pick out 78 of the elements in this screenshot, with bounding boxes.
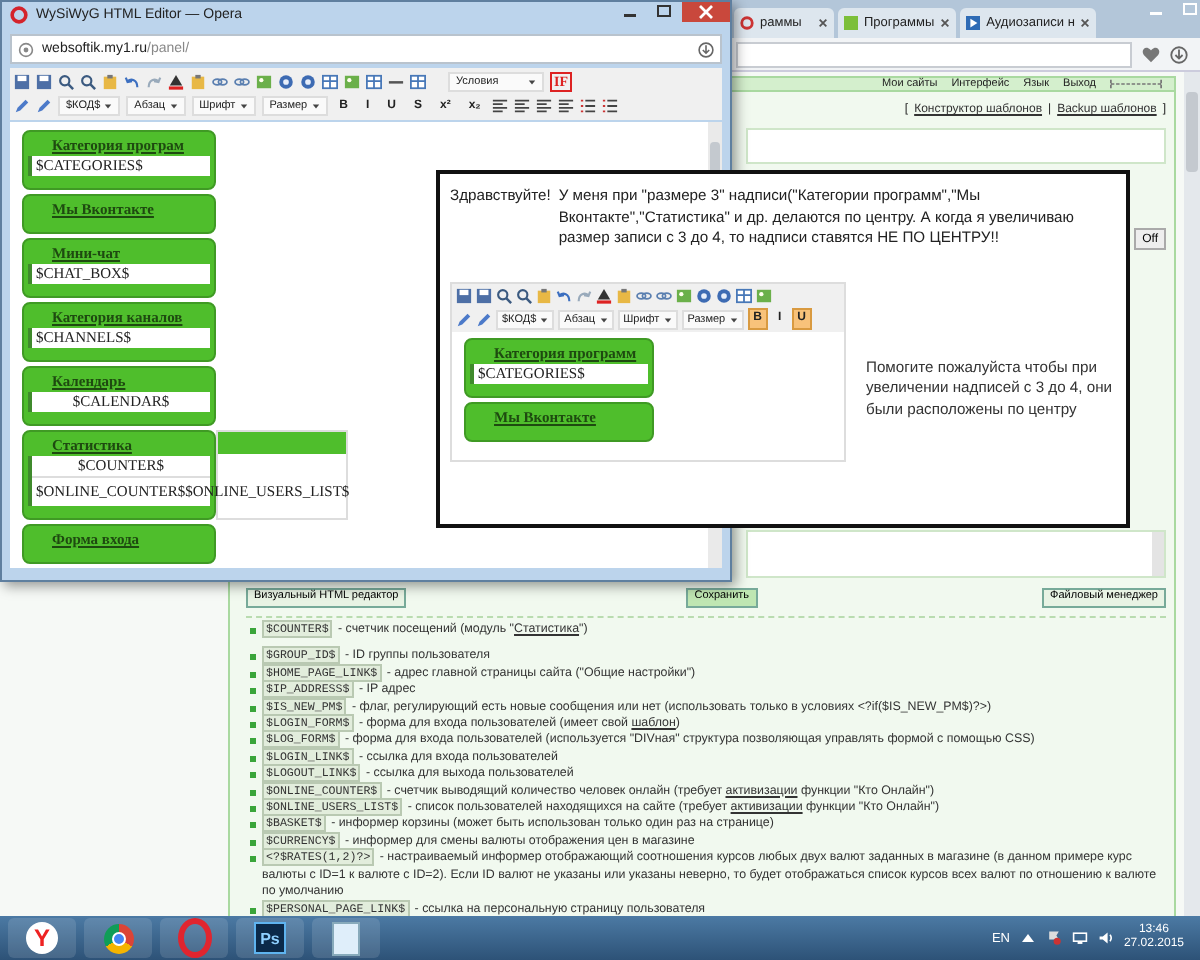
bullet-icon bbox=[250, 705, 256, 712]
caret-icon bbox=[528, 78, 536, 86]
photoshop-icon[interactable]: Ps bbox=[236, 918, 304, 958]
notepad-icon[interactable] bbox=[312, 918, 380, 958]
clipboard-icon[interactable] bbox=[536, 287, 552, 303]
bullet-icon bbox=[250, 654, 256, 661]
clipboard-icon[interactable] bbox=[616, 287, 632, 303]
download-icon[interactable] bbox=[1170, 45, 1188, 63]
bullet-icon bbox=[250, 628, 256, 634]
square-icon bbox=[844, 16, 858, 30]
bullet-icon bbox=[250, 907, 256, 913]
list-icon[interactable] bbox=[580, 98, 597, 114]
align-icon[interactable] bbox=[536, 98, 553, 114]
bullet-icon bbox=[250, 856, 256, 863]
table-icon[interactable] bbox=[366, 74, 382, 90]
bullet-icon bbox=[250, 822, 256, 829]
bullet-icon bbox=[250, 688, 256, 695]
search-icon[interactable] bbox=[496, 287, 512, 303]
heart-icon[interactable] bbox=[1142, 45, 1160, 63]
caret-icon bbox=[104, 102, 113, 110]
slider-icon[interactable] bbox=[1110, 78, 1162, 90]
circle-icon[interactable] bbox=[278, 74, 294, 90]
speaker-icon[interactable] bbox=[1097, 930, 1114, 946]
caret-icon[interactable] bbox=[1019, 930, 1036, 946]
bullet-icon bbox=[250, 671, 256, 678]
caret-icon bbox=[540, 315, 549, 323]
circle-icon[interactable] bbox=[300, 74, 316, 90]
align-icon[interactable] bbox=[558, 98, 575, 114]
close-icon[interactable] bbox=[818, 18, 828, 28]
caret-icon bbox=[311, 102, 320, 110]
download-icon[interactable] bbox=[698, 41, 714, 57]
scrollbar[interactable] bbox=[1152, 532, 1164, 576]
monitor-icon[interactable] bbox=[1071, 930, 1088, 946]
address-field[interactable] bbox=[736, 41, 1132, 67]
caret-icon bbox=[663, 315, 672, 323]
search-icon[interactable] bbox=[516, 287, 532, 303]
bullet-icon bbox=[250, 772, 256, 779]
text-color-icon[interactable] bbox=[596, 287, 612, 303]
align-icon[interactable] bbox=[514, 98, 531, 114]
bullet-icon bbox=[250, 755, 256, 762]
close-icon[interactable] bbox=[1080, 18, 1091, 28]
image-icon[interactable] bbox=[344, 74, 360, 90]
text-color-icon[interactable] bbox=[168, 74, 184, 90]
clipboard-icon[interactable] bbox=[190, 74, 206, 90]
caret-icon bbox=[169, 102, 178, 110]
opera-icon bbox=[10, 6, 28, 24]
caret-icon bbox=[239, 102, 248, 110]
list-icon[interactable] bbox=[602, 98, 619, 114]
table-icon[interactable] bbox=[322, 74, 338, 90]
search-icon[interactable] bbox=[58, 74, 74, 90]
play-icon bbox=[966, 16, 981, 30]
scrollbar[interactable] bbox=[1184, 72, 1200, 916]
circle-icon[interactable] bbox=[696, 287, 712, 303]
close-icon[interactable] bbox=[940, 18, 951, 28]
caret-icon bbox=[729, 315, 738, 323]
circle-icon[interactable] bbox=[716, 287, 732, 303]
clipboard-icon[interactable] bbox=[102, 74, 118, 90]
undo-icon[interactable] bbox=[556, 287, 572, 303]
bullet-icon bbox=[250, 839, 256, 846]
flag-icon[interactable] bbox=[1045, 930, 1062, 946]
globe-icon bbox=[18, 41, 34, 57]
table-icon[interactable] bbox=[736, 287, 752, 303]
bullet-icon bbox=[250, 806, 256, 813]
image-icon[interactable] bbox=[256, 74, 272, 90]
search-icon[interactable] bbox=[80, 74, 96, 90]
close-icon[interactable] bbox=[682, 2, 730, 22]
caret-icon bbox=[599, 315, 608, 323]
chrome-icon[interactable] bbox=[84, 918, 152, 958]
undo-icon[interactable] bbox=[124, 74, 140, 90]
yandex-browser-icon[interactable]: Y bbox=[8, 918, 76, 958]
bullet-icon bbox=[250, 738, 256, 745]
ring-icon bbox=[740, 16, 754, 30]
image-icon[interactable] bbox=[756, 287, 772, 303]
align-icon[interactable] bbox=[492, 98, 509, 114]
bullet-icon bbox=[250, 789, 256, 796]
image-icon[interactable] bbox=[676, 287, 692, 303]
table-icon[interactable] bbox=[410, 74, 426, 90]
bullet-icon bbox=[250, 722, 256, 729]
